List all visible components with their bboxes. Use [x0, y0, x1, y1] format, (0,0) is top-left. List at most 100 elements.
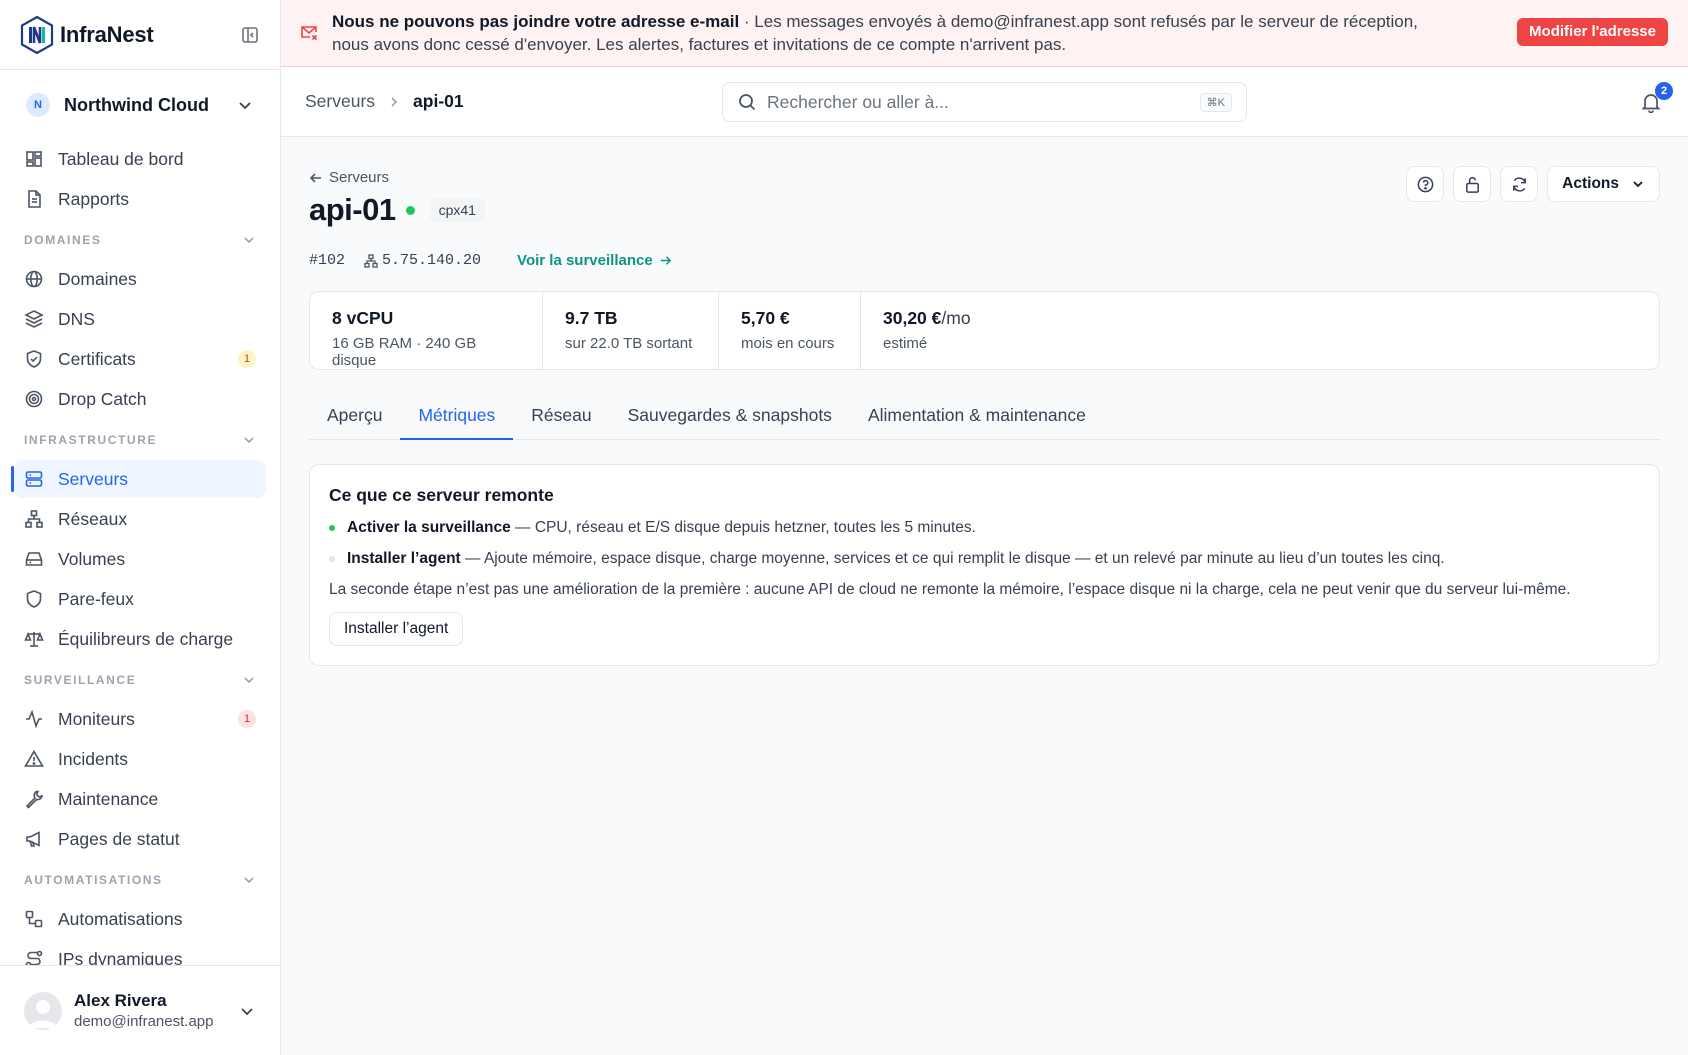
- status-dot: [405, 205, 415, 215]
- help-circle-icon: [1417, 176, 1434, 192]
- search-input[interactable]: Rechercher ou aller à... ⌘K: [722, 82, 1247, 122]
- stat-sub: mois en cours: [741, 335, 835, 352]
- breadcrumb-current: api-01: [413, 91, 464, 111]
- tab-metriques[interactable]: Métriques: [400, 398, 514, 440]
- chevron-down-icon: [1633, 181, 1643, 188]
- step-status-dot: [329, 525, 335, 531]
- step-status-dot: [329, 556, 335, 562]
- user-icon: [29, 999, 57, 1028]
- chevron-down-icon: [239, 102, 251, 110]
- sidebar-item-label: Moniteurs: [58, 708, 135, 729]
- sidebar-item-tableau-de-bord[interactable]: Tableau de bord: [14, 140, 266, 178]
- sidebar-item-maintenance[interactable]: Maintenance: [14, 780, 266, 818]
- tab-apercu[interactable]: Aperçu: [309, 398, 400, 440]
- sidebar-item-label: Incidents: [58, 748, 129, 769]
- sidebar-item-pare-feux[interactable]: Pare-feux: [14, 580, 266, 618]
- modify-address-button[interactable]: Modifier l'adresse: [1517, 18, 1668, 46]
- section-title: INFRASTRUCTURE: [24, 433, 158, 447]
- sidebar-item-label: Équilibreurs de charge: [58, 628, 234, 649]
- sidebar-item-moniteurs[interactable]: Moniteurs 1: [14, 700, 266, 738]
- section-automatisations[interactable]: AUTOMATISATIONS: [14, 860, 266, 900]
- section-infrastructure[interactable]: INFRASTRUCTURE: [14, 420, 266, 460]
- sidebar-item-pages-de-statut[interactable]: Pages de statut: [14, 820, 266, 858]
- sidebar-item-certificats[interactable]: Certificats 1: [14, 340, 266, 378]
- view-monitoring-link[interactable]: Voir la surveillance: [517, 252, 672, 269]
- alert-triangle-icon: [24, 749, 44, 767]
- topbar: Serveurs api-01 Rechercher ou aller à...…: [281, 67, 1688, 137]
- hard-drive-icon: [25, 552, 43, 566]
- stat-estimated-cost: 30,20 €/mo estimé: [861, 292, 993, 369]
- dashboard-icon: [26, 151, 42, 167]
- sidebar-item-rapports[interactable]: Rapports: [14, 180, 266, 218]
- sidebar-item-drop-catch[interactable]: Drop Catch: [14, 380, 266, 418]
- stat-value: 8 vCPU: [332, 308, 394, 328]
- wrench-icon: [25, 790, 44, 809]
- notifications-button[interactable]: 2: [1640, 82, 1673, 114]
- sidebar-item-reseaux[interactable]: Réseaux: [14, 500, 266, 538]
- org-switcher[interactable]: N Northwind Cloud: [0, 70, 280, 140]
- stat-sub: 16 GB RAM · 240 GB disque: [332, 335, 477, 369]
- sidebar-item-domaines[interactable]: Domaines: [14, 260, 266, 298]
- card-title: Ce que ce serveur remonte: [329, 485, 554, 505]
- tab-sauvegardes[interactable]: Sauvegardes & snapshots: [610, 398, 850, 440]
- chevron-right-icon: [391, 96, 398, 107]
- metrics-setup-card: Ce que ce serveur remonte Activer la sur…: [309, 464, 1660, 666]
- refresh-button[interactable]: [1500, 166, 1539, 202]
- sidebar-item-incidents[interactable]: Incidents: [14, 740, 266, 778]
- org-name: Northwind Cloud: [64, 94, 209, 115]
- brand: InfraNest: [0, 0, 280, 70]
- stat-traffic: 9.7 TB sur 22.0 TB sortant: [543, 292, 719, 369]
- back-link-label: Serveurs: [329, 169, 390, 186]
- stat-sub: estimé: [883, 335, 928, 352]
- megaphone-icon: [26, 831, 40, 847]
- stat-value: 5,70 €: [741, 308, 790, 328]
- tab-reseau[interactable]: Réseau: [513, 398, 609, 440]
- infranest-logo-icon[interactable]: [20, 15, 54, 54]
- refresh-icon: [1512, 176, 1526, 192]
- lock-button[interactable]: [1453, 166, 1492, 202]
- stat-value: 30,20 €: [883, 308, 942, 328]
- sidebar-item-label: Certificats: [58, 348, 136, 369]
- banner-title: Nous ne pouvons pas joindre votre adress…: [332, 12, 740, 31]
- actions-dropdown[interactable]: Actions: [1547, 166, 1660, 202]
- actions-label: Actions: [1562, 175, 1619, 192]
- server-stats: 8 vCPU 16 GB RAM · 240 GB disque 9.7 TB …: [309, 291, 1660, 370]
- step-monitoring: Activer la surveillance — CPU, réseau et…: [329, 519, 1640, 537]
- stat-current-cost: 5,70 € mois en cours: [719, 292, 861, 369]
- document-icon: [28, 190, 41, 208]
- server-detail: Serveurs api-01 cpx41 Actions #102 5.75.…: [309, 137, 1660, 666]
- sidebar-collapse-icon[interactable]: [240, 25, 260, 45]
- section-domaines[interactable]: DOMAINES: [14, 220, 266, 260]
- sidebar-item-label: Maintenance: [58, 788, 159, 809]
- install-agent-button[interactable]: Installer l’agent: [329, 612, 464, 646]
- sidebar-item-equilibreurs-de-charge[interactable]: Équilibreurs de charge: [14, 620, 266, 658]
- tab-alimentation[interactable]: Alimentation & maintenance: [850, 398, 1104, 440]
- sidebar-item-volumes[interactable]: Volumes: [14, 540, 266, 578]
- step-text: — Ajoute mémoire, espace disque, charge …: [460, 550, 1445, 567]
- sidebar-item-serveurs[interactable]: Serveurs: [11, 460, 266, 498]
- section-surveillance[interactable]: SURVEILLANCE: [14, 660, 266, 700]
- sidebar-item-dns[interactable]: DNS: [14, 300, 266, 338]
- server-ip[interactable]: 5.75.140.20: [364, 252, 481, 269]
- network-icon: [364, 253, 378, 268]
- sidebar-item-label: Tableau de bord: [58, 148, 184, 169]
- help-button[interactable]: [1406, 166, 1445, 202]
- sidebar-item-label: Rapports: [58, 188, 130, 209]
- sidebar-item-automatisations[interactable]: Automatisations: [14, 900, 266, 938]
- server-id: #102: [309, 252, 346, 269]
- chevron-down-icon: [244, 877, 254, 884]
- arrow-left-icon: [309, 172, 321, 183]
- user-email: demo@infranest.app: [74, 1013, 214, 1030]
- sidebar-nav: Tableau de bord Rapports DOMAINES Domain…: [0, 140, 280, 978]
- breadcrumb-servers[interactable]: Serveurs: [305, 91, 375, 112]
- activity-icon: [26, 709, 42, 729]
- breadcrumb: Serveurs api-01: [305, 91, 464, 112]
- mail-x-icon: [301, 26, 318, 41]
- card-note: La seconde étape n’est pas une améliorat…: [329, 581, 1571, 598]
- user-menu[interactable]: Alex Rivera demo@infranest.app: [0, 965, 280, 1055]
- header-actions: Actions: [1406, 166, 1660, 202]
- sidebar-item-label: Serveurs: [58, 468, 129, 489]
- app-name: InfraNest: [60, 21, 154, 47]
- search-shortcut: ⌘K: [1199, 92, 1232, 112]
- chevron-down-icon: [241, 1007, 253, 1015]
